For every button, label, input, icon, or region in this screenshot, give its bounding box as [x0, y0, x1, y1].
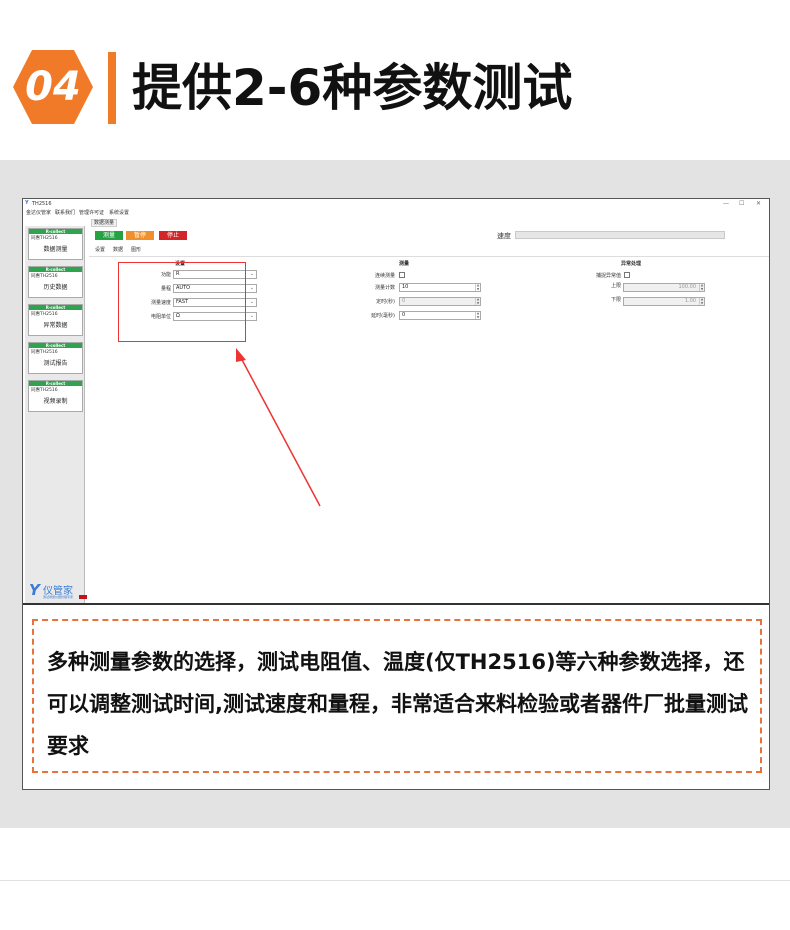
card-header: R-collect [29, 343, 82, 348]
logo-mark: Y [29, 581, 40, 599]
chevron-down-icon: ⌄ [249, 299, 254, 305]
card-device: 同惠TH2516 [31, 350, 58, 355]
delay-label: 延时(毫秒) [371, 313, 395, 319]
count-label: 测量计数 [374, 285, 395, 291]
card-device: 同惠TH2516 [31, 312, 58, 317]
page-header: 04 提供2-6种参数测试 [0, 0, 790, 160]
catch-label: 捕捉异常值 [595, 273, 621, 279]
tab-data[interactable]: 数据 [113, 247, 123, 253]
spin-arrows-icon[interactable]: ▲ ▼ [475, 297, 480, 305]
stop-button[interactable]: 停止 [159, 231, 187, 240]
tab-settings[interactable]: 设置 [95, 247, 105, 253]
pause-button[interactable]: 暂停 [126, 231, 154, 240]
upper-label: 上限 [610, 283, 621, 289]
sidebar-item-abnormal[interactable]: R-collect 同惠TH2516 异常数据 [28, 304, 83, 336]
spin-arrows-icon[interactable]: ▲ ▼ [699, 297, 704, 305]
lower-label: 下限 [610, 297, 621, 303]
abnormal-group-title: 异常处理 [621, 261, 642, 267]
maximize-button[interactable]: ☐ [739, 200, 744, 207]
highlight-box [118, 262, 246, 342]
page-title: 提供2-6种参数测试 [132, 59, 573, 117]
timed-label: 定时(秒) [376, 299, 395, 305]
card-header: R-collect [29, 305, 82, 310]
close-button[interactable]: ✕ [756, 200, 761, 207]
card-header: R-collect [29, 381, 82, 386]
lower-input[interactable]: 1.00 ▲ ▼ [623, 297, 705, 306]
spin-arrows-icon[interactable]: ▲ ▼ [475, 311, 480, 319]
window-title: TH2516 [32, 201, 52, 207]
chevron-down-icon: ⌄ [249, 285, 254, 291]
logo-subtitle: 测试测量仪器管理专家 [43, 595, 74, 599]
menu-bar: 金达仪管家 联系我们 管理许可证 系统设置 [23, 208, 769, 217]
menu-item-home[interactable]: 金达仪管家 [26, 210, 51, 216]
timed-input[interactable]: 0 ▲ ▼ [399, 297, 481, 306]
card-label: 视频录制 [43, 398, 68, 405]
sidebar-item-video[interactable]: R-collect 同惠TH2516 视频录制 [28, 380, 83, 412]
measure-button[interactable]: 测量 [95, 231, 123, 240]
title-bar: Y TH2516 — ☐ ✕ [23, 199, 769, 208]
section-number: 04 [25, 64, 81, 110]
delay-input[interactable]: 0 ▲ ▼ [399, 311, 481, 320]
card-device: 同惠TH2516 [31, 274, 58, 279]
continuous-checkbox[interactable] [399, 272, 405, 278]
tab-chart[interactable]: 图形 [131, 247, 141, 253]
minimize-button[interactable]: — [723, 200, 729, 207]
count-input[interactable]: 10 ▲ ▼ [399, 283, 481, 292]
measure-group-title: 测量 [399, 261, 410, 267]
spin-arrows-icon[interactable]: ▲ ▼ [699, 283, 704, 291]
chevron-down-icon: ⌄ [249, 271, 254, 277]
card-device: 同惠TH2516 [31, 388, 58, 393]
card-header: R-collect [29, 229, 82, 234]
description-box: 多种测量参数的选择，测试电阻值、温度(仅TH2516)等六种参数选择，还可以调整… [32, 619, 762, 773]
footer-divider [0, 880, 790, 881]
title-accent-bar [108, 52, 116, 124]
menu-item-license[interactable]: 管理许可证 [79, 210, 104, 216]
continuous-label: 连续测量 [374, 273, 395, 279]
sidebar: R-collect 同惠TH2516 数据测量 R-collect 同惠TH25… [25, 226, 87, 603]
description-text: 多种测量参数的选择，测试电阻值、温度(仅TH2516)等六种参数选择，还可以调整… [47, 650, 748, 758]
card-device: 同惠TH2516 [31, 236, 58, 241]
card-label: 测试报告 [43, 360, 68, 367]
spin-arrows-icon[interactable]: ▲ ▼ [475, 283, 480, 291]
sidebar-item-history[interactable]: R-collect 同惠TH2516 历史数据 [28, 266, 83, 298]
app-window: Y TH2516 — ☐ ✕ 金达仪管家 联系我们 管理许可证 系统设置 数据测… [23, 199, 769, 605]
card-label: 数据测量 [43, 246, 68, 253]
upper-input[interactable]: 100.00 ▲ ▼ [623, 283, 705, 292]
sidebar-item-report[interactable]: R-collect 同惠TH2516 测试报告 [28, 342, 83, 374]
speed-progress-bar [515, 231, 725, 239]
chevron-down-icon: ⌄ [249, 313, 254, 319]
brand-logo: Y 仪管家 测试测量仪器管理专家 [29, 581, 87, 601]
sidebar-item-measure[interactable]: R-collect 同惠TH2516 数据测量 [28, 228, 83, 260]
logo-red-mark [79, 595, 87, 599]
app-icon: Y [25, 200, 29, 206]
card-header: R-collect [29, 267, 82, 272]
speed-label: 速度 [497, 232, 511, 240]
card-label: 异常数据 [43, 322, 68, 329]
menu-item-contact[interactable]: 联系我们 [55, 210, 75, 216]
card-label: 历史数据 [43, 284, 68, 291]
tab-divider [89, 256, 769, 257]
catch-checkbox[interactable] [624, 272, 630, 278]
menu-item-settings[interactable]: 系统设置 [109, 210, 129, 216]
